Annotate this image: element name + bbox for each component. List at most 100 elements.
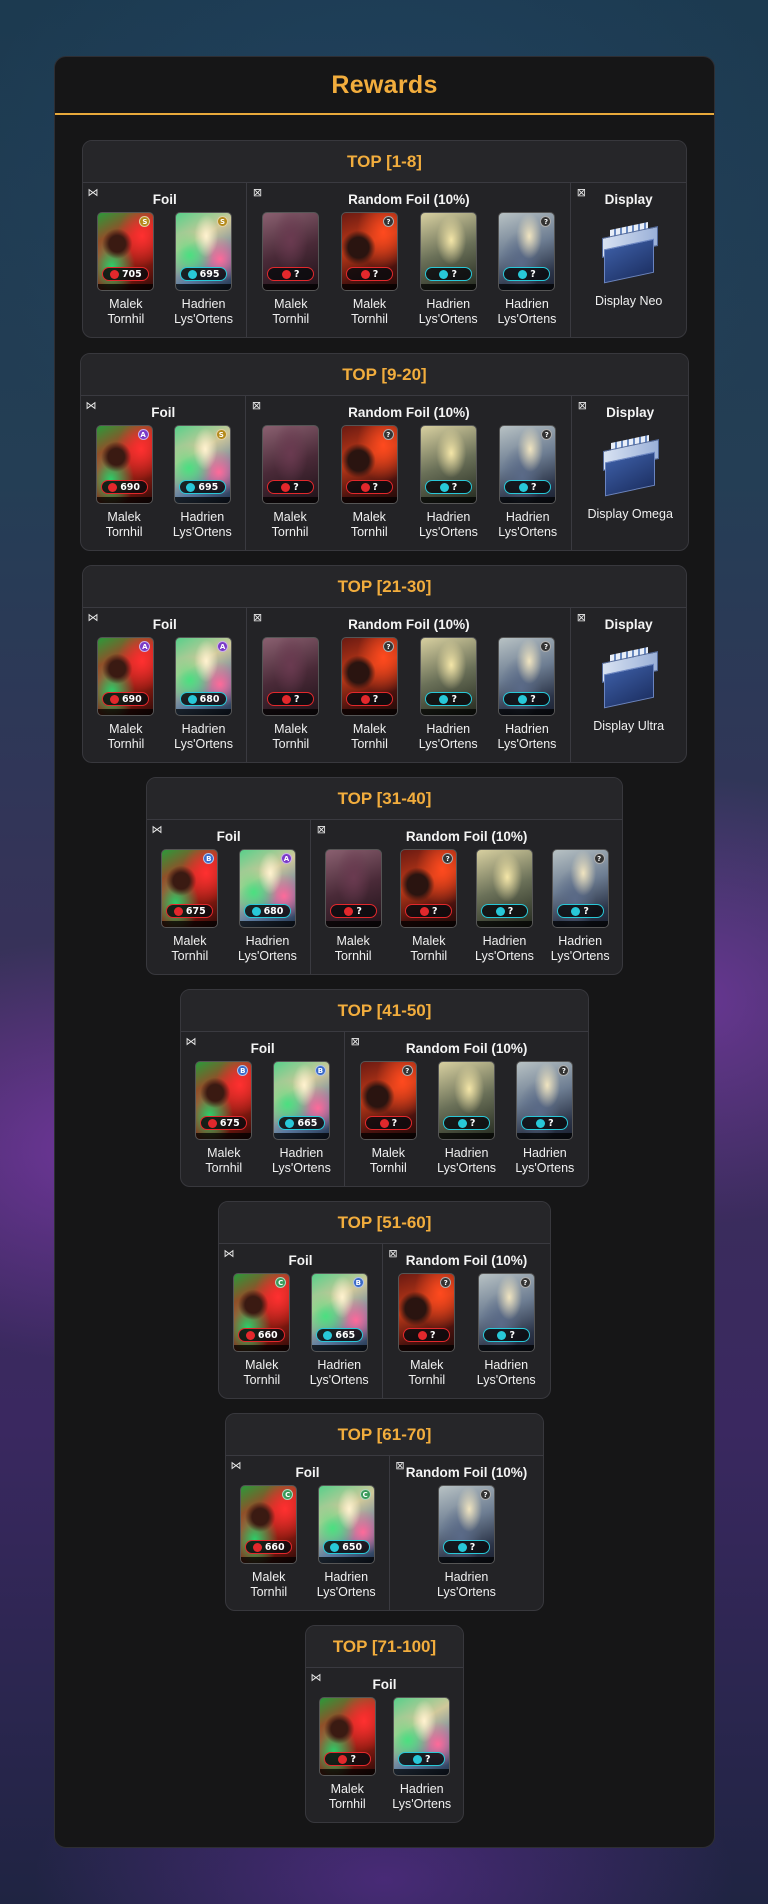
card-item[interactable]: ?? Malek Tornhil [334, 637, 406, 752]
card-item[interactable]: ?? Hadrien Lys'Ortens [491, 637, 563, 752]
card-item[interactable]: ?? Hadrien Lys'Ortens [544, 849, 616, 964]
card-item[interactable]: C 660 Malek Tornhil [226, 1273, 298, 1388]
card-item[interactable]: C 650 Hadrien Lys'Ortens [310, 1485, 382, 1600]
rarity-badge: ? [479, 1489, 491, 1500]
card-stat: ? [364, 1116, 412, 1130]
card-name-second: Lys'Ortens [476, 1373, 536, 1387]
tier-header: TOP [21-30] [83, 566, 686, 608]
card-name-first: Malek [352, 510, 386, 524]
card-stat: 660 [245, 1540, 293, 1554]
random-section: ⊠ Random Foil (10%)?? Malek Tornhil?? Hadrie… [383, 1244, 550, 1398]
stat-value: ? [372, 268, 379, 280]
card-item[interactable]: ? Hadrien Lys'Ortens [412, 637, 484, 752]
tier-title: TOP [71-100] [332, 1636, 437, 1656]
rarity-badge: B [203, 853, 215, 864]
crossed-square-icon: ⊠ [388, 1247, 398, 1260]
card-name-first: Hadrien [426, 510, 471, 524]
card-name-second: Tornhil [250, 1585, 288, 1599]
card-stat: ? [480, 904, 528, 918]
faction-icon [536, 1118, 546, 1128]
card-footer [239, 921, 295, 927]
card-footer [325, 921, 381, 927]
faction-icon [518, 269, 528, 279]
card-item[interactable]: B 665 Hadrien Lys'Ortens [265, 1061, 337, 1176]
card-name-first: Malek [410, 1358, 444, 1372]
card-image: B 675 [195, 1061, 253, 1140]
card-item[interactable]: ?? Hadrien Lys'Ortens [509, 1061, 581, 1176]
rarity-badge: A [137, 429, 149, 440]
bowtie-icon: ⋈ [230, 1459, 242, 1472]
card-item[interactable]: C 660 Malek Tornhil [233, 1485, 305, 1600]
card-name-second: Lys'Ortens [316, 1585, 376, 1599]
tier-header: TOP [61-70] [226, 1414, 543, 1456]
card-item[interactable]: ? Hadrien Lys'Ortens [468, 849, 540, 964]
card-item[interactable]: B 675 Malek Tornhil [188, 1061, 260, 1176]
card-name-first: Hadrien [558, 934, 603, 948]
card-item[interactable]: ? Hadrien Lys'Ortens [431, 1061, 503, 1176]
card-item[interactable]: ?? Hadrien Lys'Ortens [430, 1485, 502, 1600]
card-item[interactable]: ? Hadrien Lys'Ortens [413, 425, 485, 540]
card-name-second: Tornhil [243, 1373, 281, 1387]
tier-header: TOP [71-100] [306, 1626, 463, 1668]
card-item[interactable]: S 695 Hadrien Lys'Ortens [168, 212, 240, 327]
card-item[interactable]: B 675 Malek Tornhil [154, 849, 226, 964]
card-item[interactable]: S 695 Hadrien Lys'Ortens [166, 425, 238, 540]
faction-icon [439, 482, 449, 492]
card-name-first: Hadrien [279, 1146, 324, 1160]
card-footer [360, 1133, 416, 1139]
display-label: Display Omega [587, 507, 673, 521]
card-item[interactable]: ? Hadrien Lys'Ortens [412, 212, 484, 327]
card-item[interactable]: ? Malek Tornhil [311, 1697, 383, 1812]
rarity-badge: ? [540, 641, 552, 652]
card-image: S 695 [173, 425, 231, 504]
stat-value: ? [507, 905, 514, 917]
faction-icon [344, 906, 354, 916]
display-item[interactable]: Display Omega [572, 421, 688, 521]
card-footer [438, 1557, 494, 1563]
card-item[interactable]: A 680 Hadrien Lys'Ortens [231, 849, 303, 964]
card-item[interactable]: S 705 Malek Tornhil [90, 212, 162, 327]
card-item[interactable]: ?? Malek Tornhil [352, 1061, 424, 1176]
card-name: Hadrien Lys'Ortens [419, 722, 478, 752]
card-item[interactable]: ? Hadrien Lys'Ortens [386, 1697, 458, 1812]
card-item[interactable]: ? Malek Tornhil [254, 425, 326, 540]
card-stat: ? [266, 480, 314, 494]
rarity-badge: A [280, 853, 292, 864]
card-stat: ? [329, 904, 377, 918]
random-section-title: Random Foil (10%) [348, 617, 470, 632]
random-section: ⊠ Random Foil (10%)? Malek Tornhil?? Malek To… [246, 396, 573, 550]
card-item[interactable]: ?? Malek Tornhil [393, 849, 465, 964]
display-item[interactable]: Display Ultra [571, 633, 686, 733]
card-item[interactable]: B 665 Hadrien Lys'Ortens [303, 1273, 375, 1388]
card-item[interactable]: ?? Hadrien Lys'Ortens [470, 1273, 542, 1388]
card-item[interactable]: ? Malek Tornhil [255, 212, 327, 327]
card-name-first: Malek [336, 934, 370, 948]
card-item[interactable]: ?? Malek Tornhil [334, 212, 406, 327]
card-item[interactable]: ?? Hadrien Lys'Ortens [491, 212, 563, 327]
card-item[interactable]: A 690 Malek Tornhil [90, 637, 162, 752]
card-item[interactable]: A 690 Malek Tornhil [88, 425, 160, 540]
faction-icon [571, 906, 581, 916]
display-item[interactable]: Display Neo [571, 208, 686, 308]
card-image: A 690 [95, 425, 153, 504]
card-footer [162, 921, 218, 927]
card-item[interactable]: A 680 Hadrien Lys'Ortens [168, 637, 240, 752]
card-name: Hadrien Lys'Ortens [515, 1146, 574, 1176]
rarity-badge: A [139, 641, 151, 652]
card-image: B 665 [272, 1061, 330, 1140]
card-stat: ? [503, 267, 551, 281]
stat-value: 660 [257, 1329, 278, 1341]
card-item[interactable]: ?? Hadrien Lys'Ortens [492, 425, 564, 540]
card-item[interactable]: ? Malek Tornhil [317, 849, 389, 964]
card-item[interactable]: ? Malek Tornhil [255, 637, 327, 752]
card-name-first: Hadrien [245, 934, 290, 948]
card-item[interactable]: ?? Malek Tornhil [333, 425, 405, 540]
card-image: C 660 [240, 1485, 298, 1564]
card-name-first: Malek [274, 297, 308, 311]
foil-section: ⋈ Foil A 690 Malek Tornhil S 695 Hadrien Lys'Orte… [81, 396, 247, 550]
rarity-badge: ? [401, 1065, 413, 1076]
stat-value: ? [294, 268, 300, 280]
card-item[interactable]: ?? Malek Tornhil [391, 1273, 463, 1388]
panel-header: Rewards [55, 57, 714, 115]
display-box-icon [598, 221, 660, 284]
